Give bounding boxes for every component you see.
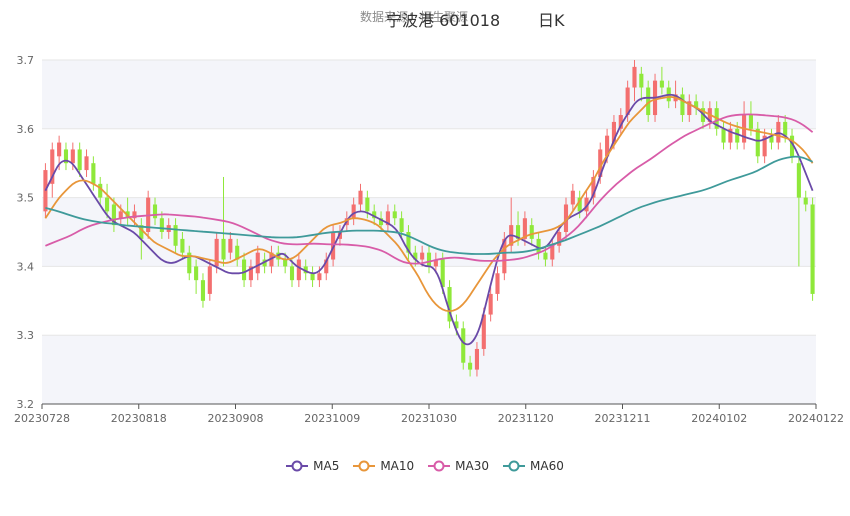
candle-body	[207, 266, 212, 294]
legend-label-ma30: MA30	[455, 459, 490, 473]
candle-body	[194, 266, 199, 281]
candle-body	[283, 259, 288, 267]
grid-band	[42, 60, 816, 129]
candle-body	[461, 328, 466, 363]
grid-band	[42, 335, 816, 404]
candle-body	[735, 128, 740, 143]
candle-body	[358, 190, 363, 205]
candle-body	[200, 280, 206, 301]
candle-body	[426, 252, 432, 267]
legend-item-ma60[interactable]: MA60	[503, 459, 564, 473]
candle-body	[557, 232, 562, 246]
candle-body	[105, 197, 110, 212]
candle-body	[721, 128, 726, 143]
candle-body	[255, 252, 260, 274]
x-tick-label: 20230728	[14, 412, 70, 425]
candle-body	[399, 218, 404, 232]
candle-body	[488, 293, 493, 315]
legend-item-ma30[interactable]: MA30	[428, 459, 489, 473]
candle-body	[242, 259, 247, 281]
candle-body	[420, 252, 425, 260]
candle-body	[180, 238, 185, 253]
legend-item-ma10[interactable]: MA10	[353, 459, 414, 473]
candle-body	[536, 238, 541, 253]
candle-body	[474, 348, 480, 370]
candle-body	[228, 238, 233, 253]
x-tick-label: 20231211	[595, 412, 651, 425]
legend-item-ma5[interactable]: MA5	[286, 459, 339, 473]
y-tick-label: 3.7	[17, 54, 35, 67]
candle-body	[84, 156, 89, 171]
candle-body	[289, 266, 295, 281]
x-tick-label: 20231030	[401, 412, 457, 425]
candle-body	[365, 197, 370, 212]
candle-body	[796, 163, 801, 198]
candle-body	[543, 252, 548, 260]
candle-body	[98, 183, 103, 198]
candle-body	[43, 170, 48, 212]
candle-body	[310, 273, 315, 281]
x-tick-label: 20231009	[304, 412, 360, 425]
y-tick-label: 3.3	[17, 329, 35, 342]
candle-body	[632, 66, 637, 88]
candle-body	[392, 211, 397, 219]
y-tick-label: 3.6	[17, 123, 35, 136]
candle-body	[70, 149, 75, 164]
candle-body	[810, 204, 815, 294]
candle-body	[570, 190, 575, 205]
legend: MA5 MA10 MA30 MA60	[0, 459, 850, 473]
legend-label-ma10: MA10	[380, 459, 415, 473]
candle-body	[317, 273, 322, 281]
candle-body	[351, 204, 356, 219]
kline-chart: 3.2 3.3 3.4 3.5 3.6 3.7 20230728 20230818 202309…	[14, 54, 844, 425]
candle-body	[296, 259, 301, 281]
candle-body	[159, 218, 164, 232]
candle-body	[680, 94, 685, 116]
y-tick-label: 3.5	[17, 192, 35, 205]
legend-label-ma60: MA60	[530, 459, 564, 473]
candle-body	[495, 273, 500, 294]
candle-body	[152, 204, 158, 219]
candle-body	[118, 211, 123, 219]
candle-body	[755, 128, 760, 157]
x-tick-label: 20230908	[208, 412, 264, 425]
y-tick-label: 3.2	[17, 398, 35, 411]
candle-body	[91, 163, 96, 184]
x-tick-label: 20231120	[498, 412, 554, 425]
candle-body	[659, 80, 664, 88]
candle-body	[173, 225, 178, 246]
legend-label-ma5: MA5	[313, 459, 340, 473]
candle-body	[57, 142, 62, 157]
x-tick-label: 20230818	[111, 412, 167, 425]
x-tick-label: 20240122	[788, 412, 844, 425]
candle-body	[221, 238, 226, 260]
y-tick-label: 3.4	[17, 260, 35, 273]
candle-body	[748, 115, 753, 129]
candle-body	[803, 197, 808, 205]
x-tick-label: 20240102	[691, 412, 747, 425]
candle-body	[639, 73, 644, 88]
candle-body	[468, 362, 473, 370]
candle-body	[783, 121, 788, 136]
candle-body	[77, 149, 82, 171]
candle-body	[529, 225, 534, 239]
